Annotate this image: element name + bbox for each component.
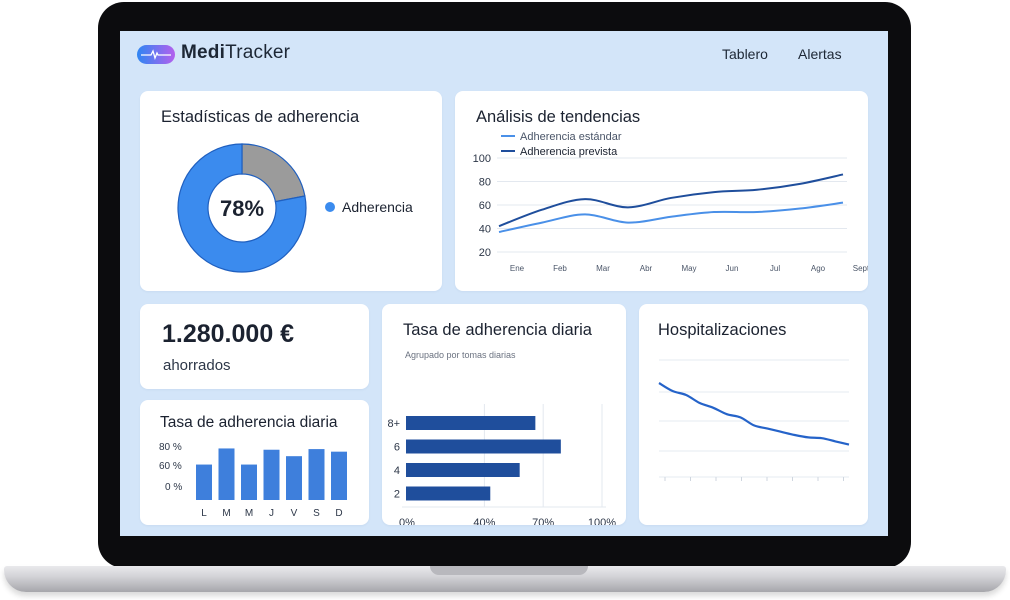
x-tick-label: Abr (640, 264, 653, 273)
bar (308, 449, 325, 500)
y-tick-label: 4 (394, 465, 400, 477)
nav-tablero-link[interactable]: Tablero (722, 46, 768, 62)
x-tick-label: 70% (532, 517, 554, 525)
top-header: MediTracker Tablero Alertas (120, 31, 888, 79)
trend-analysis-card: Análisis de tendencias Adherencia estánd… (455, 91, 868, 291)
adherence-stats-card: Estadísticas de adherencia 78% Adherenci… (140, 91, 442, 291)
bar (331, 451, 347, 500)
bar (218, 448, 235, 500)
y-tick-label: 20 (479, 247, 491, 259)
donut-slice-remaining (241, 143, 306, 203)
laptop-base (4, 566, 1006, 592)
series-line-forecast (498, 173, 844, 228)
hbar (406, 463, 520, 477)
y-tick-label: 2 (394, 489, 400, 501)
daily-adherence-bar-chart: 80 % 60 % 0 % L M M J V S D (159, 442, 347, 519)
x-tick-label: 40% (473, 517, 495, 525)
y-tick-label: 0 % (165, 482, 182, 493)
bar (263, 449, 280, 500)
nav-alertas-link[interactable]: Alertas (798, 46, 842, 62)
grouped-hbar-chart: 8+ 6 4 2 0% 40% 70% 100% (387, 404, 616, 525)
x-tick-label: L (201, 508, 207, 519)
donut-center-label: 78% (220, 196, 264, 221)
x-tick-label: Sept (853, 264, 868, 273)
x-tick-label: J (269, 508, 274, 519)
app-screen: MediTracker Tablero Alertas Estadísticas… (120, 31, 888, 536)
x-tick-label: Ene (510, 264, 525, 273)
hbar (406, 439, 561, 454)
x-tick-label: May (681, 264, 696, 273)
x-tick-label: Jun (726, 264, 739, 273)
app-name-light: Tracker (225, 42, 291, 63)
legend-label-standard: Adherencia estándar (520, 131, 622, 143)
bar (196, 464, 212, 500)
x-tick-label: M (222, 508, 230, 519)
x-tick-label: Jul (770, 264, 780, 273)
y-tick-label: 40 (479, 224, 491, 236)
x-tick-label: V (291, 508, 298, 519)
legend-dot-adherencia (325, 202, 335, 212)
adherence-donut-chart: 78% Adherencia (177, 143, 413, 273)
laptop-notch (430, 566, 588, 575)
hbar (406, 486, 491, 501)
trend-line-chart: Adherencia estándar Adherencia prevista … (473, 131, 868, 273)
savings-label: ahorrados (163, 357, 231, 374)
hospitalizations-card: Hospitalizaciones (639, 304, 868, 525)
x-tick-label: Feb (553, 264, 567, 273)
x-tick-label: 0% (399, 517, 415, 525)
y-tick-label: 80 % (159, 442, 182, 453)
daily-adherence-small-card: Tasa de adherencia diaria 80 % 60 % 0 % … (140, 400, 369, 525)
y-tick-label: 8+ (387, 418, 400, 430)
legend-label-adherencia: Adherencia (342, 199, 413, 215)
y-tick-label: 60 (479, 200, 491, 212)
legend-label-forecast: Adherencia prevista (520, 146, 618, 158)
heartbeat-logo-icon (137, 45, 175, 64)
bar (241, 464, 257, 500)
x-tick-label: Ago (811, 264, 826, 273)
hbar (406, 416, 536, 430)
y-tick-label: 80 (479, 177, 491, 189)
app-name[interactable]: MediTracker (181, 42, 290, 64)
hospitalizations-line-chart (658, 359, 850, 481)
y-tick-label: 60 % (159, 461, 182, 472)
laptop-frame: MediTracker Tablero Alertas Estadísticas… (0, 0, 1010, 600)
x-tick-label: Mar (596, 264, 610, 273)
y-tick-label: 6 (394, 442, 400, 454)
bar (286, 456, 302, 500)
savings-card: 1.280.000 € ahorrados (140, 304, 369, 389)
y-tick-label: 100 (473, 153, 491, 165)
daily-adherence-grouped-card: Tasa de adherencia diaria Agrupado por t… (382, 304, 626, 525)
x-tick-label: 100% (588, 517, 616, 525)
app-name-bold: Medi (181, 42, 226, 63)
x-tick-label: S (313, 508, 320, 519)
x-tick-label: D (335, 508, 342, 519)
savings-amount: 1.280.000 € (162, 320, 295, 348)
x-tick-label: M (245, 508, 253, 519)
